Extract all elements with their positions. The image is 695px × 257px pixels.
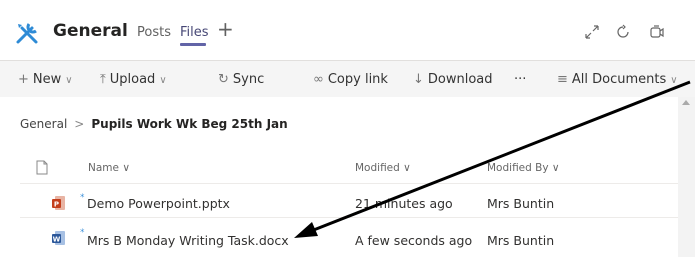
new-button[interactable]: + New ∨ — [18, 72, 73, 87]
file-modified: 21 minutes ago — [355, 196, 453, 211]
meet-now-icon[interactable] — [648, 23, 666, 41]
add-tab-button[interactable]: + — [217, 19, 234, 39]
scrollbar[interactable] — [678, 97, 695, 257]
link-icon: ∞ — [313, 72, 324, 87]
file-modified: A few seconds ago — [355, 233, 473, 248]
active-tab-indicator — [180, 43, 206, 46]
column-header-modified-by[interactable]: Modified By ∨ — [487, 162, 560, 174]
chevron-down-icon: ∨ — [551, 162, 560, 174]
svg-text:W: W — [53, 236, 61, 244]
svg-text:P: P — [54, 201, 59, 209]
column-header-name[interactable]: Name ∨ — [88, 162, 130, 174]
column-header-modified[interactable]: Modified ∨ — [355, 162, 411, 174]
chevron-down-icon: ∨ — [122, 162, 131, 174]
breadcrumb-current: Pupils Work Wk Beg 25th Jan — [91, 117, 288, 131]
view-options-button[interactable]: ≡ All Documents ∨ — [557, 72, 678, 87]
word-file-icon: W — [52, 231, 65, 245]
chevron-down-icon: ∨ — [65, 75, 73, 86]
download-button[interactable]: ↓ Download — [413, 72, 493, 87]
breadcrumb-root[interactable]: General — [20, 117, 67, 131]
file-type-icon — [36, 160, 48, 175]
breadcrumb: General > Pupils Work Wk Beg 25th Jan — [20, 117, 288, 131]
copy-link-button[interactable]: ∞ Copy link — [313, 72, 388, 87]
chevron-down-icon: ∨ — [159, 75, 167, 86]
expand-icon[interactable] — [583, 23, 601, 41]
file-name[interactable]: Mrs B Monday Writing Task.docx — [87, 233, 289, 248]
breadcrumb-separator: > — [74, 117, 85, 131]
file-modified-by: Mrs Buntin — [487, 196, 555, 211]
chevron-down-icon: ∨ — [403, 162, 411, 174]
channel-title: General — [53, 21, 128, 41]
more-options-button[interactable]: ··· — [514, 72, 526, 87]
sync-icon: ↻ — [218, 72, 229, 87]
file-name[interactable]: Demo Powerpoint.pptx — [87, 196, 230, 211]
plus-icon: + — [18, 72, 29, 87]
command-bar: + New ∨ ⤒ Upload ∨ ↻ Sync ∞ Copy link ↓ Downloa… — [0, 60, 695, 98]
sync-button[interactable]: ↻ Sync — [218, 72, 264, 87]
upload-icon: ⤒ — [100, 72, 106, 87]
scroll-up-arrow[interactable] — [682, 100, 690, 105]
tab-files[interactable]: Files — [180, 25, 209, 40]
tab-posts[interactable]: Posts — [137, 25, 171, 40]
new-file-indicator-icon: ⁎ — [80, 190, 85, 200]
chevron-down-icon: ∨ — [670, 75, 678, 86]
file-modified-by: Mrs Buntin — [487, 233, 555, 248]
download-icon: ↓ — [413, 72, 424, 87]
list-icon: ≡ — [557, 72, 568, 87]
upload-button[interactable]: ⤒ Upload ∨ — [100, 72, 167, 87]
new-file-indicator-icon: ⁎ — [80, 225, 85, 235]
refresh-icon[interactable] — [614, 23, 632, 41]
powerpoint-file-icon: P — [52, 196, 65, 210]
tools-icon — [16, 23, 38, 44]
